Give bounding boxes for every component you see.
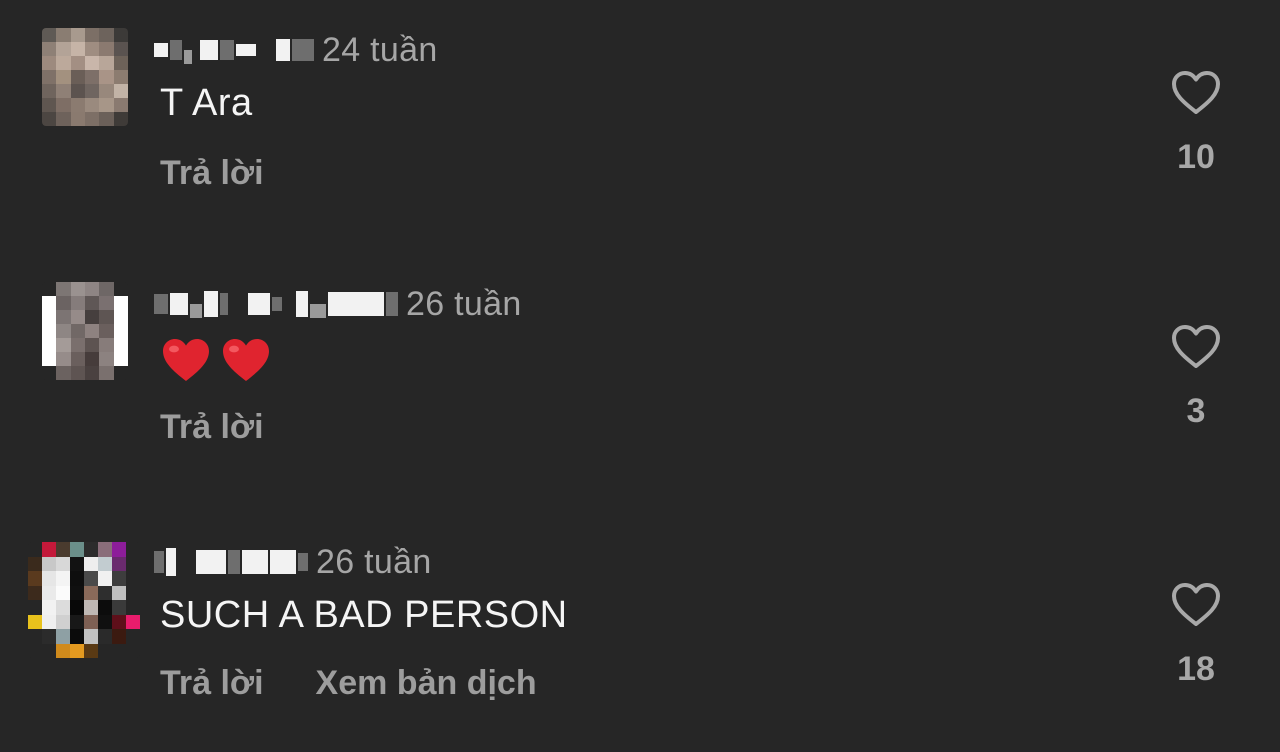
username-pixelated[interactable] xyxy=(154,34,316,66)
reply-button[interactable]: Trả lời xyxy=(160,664,264,703)
avatar[interactable] xyxy=(42,282,128,380)
like-button[interactable]: 18 xyxy=(1150,582,1242,689)
like-count: 10 xyxy=(1177,138,1215,176)
red-heart-emoji xyxy=(223,339,269,381)
comment-item: 26 tuần Trả lời 3 xyxy=(0,254,1280,508)
username-pixelated[interactable] xyxy=(154,546,310,578)
comment-meta: 24 tuần xyxy=(154,30,438,70)
comment-actions: Trả lời xyxy=(160,408,264,447)
reply-button[interactable]: Trả lời xyxy=(160,154,264,193)
heart-outline-icon[interactable] xyxy=(1171,324,1221,370)
comment-text: SUCH A BAD PERSON xyxy=(160,594,568,636)
comment-timestamp: 26 tuần xyxy=(406,284,522,323)
comment-timestamp: 24 tuần xyxy=(322,30,438,69)
comment-text: T Ara xyxy=(160,82,253,124)
avatar[interactable] xyxy=(28,542,140,658)
heart-outline-icon[interactable] xyxy=(1171,70,1221,116)
comment-actions: Trả lời xyxy=(160,154,264,193)
comment-list: 24 tuần T Ara Trả lời 10 26 tuần Trả lời… xyxy=(0,0,1280,752)
avatar[interactable] xyxy=(42,28,128,126)
username-pixelated[interactable] xyxy=(154,288,400,320)
like-count: 18 xyxy=(1177,650,1215,688)
like-count: 3 xyxy=(1186,392,1206,430)
like-button[interactable]: 10 xyxy=(1150,70,1242,177)
comment-meta: 26 tuần xyxy=(154,542,432,582)
comment-text xyxy=(160,336,272,394)
like-button[interactable]: 3 xyxy=(1150,324,1242,431)
comment-timestamp: 26 tuần xyxy=(316,542,432,581)
see-translation-button[interactable]: Xem bản dịch xyxy=(316,664,537,703)
comment-meta: 26 tuần xyxy=(154,284,522,324)
heart-outline-icon[interactable] xyxy=(1171,582,1221,628)
comment-item: 26 tuần SUCH A BAD PERSON Trả lời Xem bả… xyxy=(0,508,1280,752)
reply-button[interactable]: Trả lời xyxy=(160,408,264,447)
red-heart-emoji xyxy=(163,339,209,381)
comment-item: 24 tuần T Ara Trả lời 10 xyxy=(0,0,1280,254)
comment-actions: Trả lời Xem bản dịch xyxy=(160,664,537,703)
